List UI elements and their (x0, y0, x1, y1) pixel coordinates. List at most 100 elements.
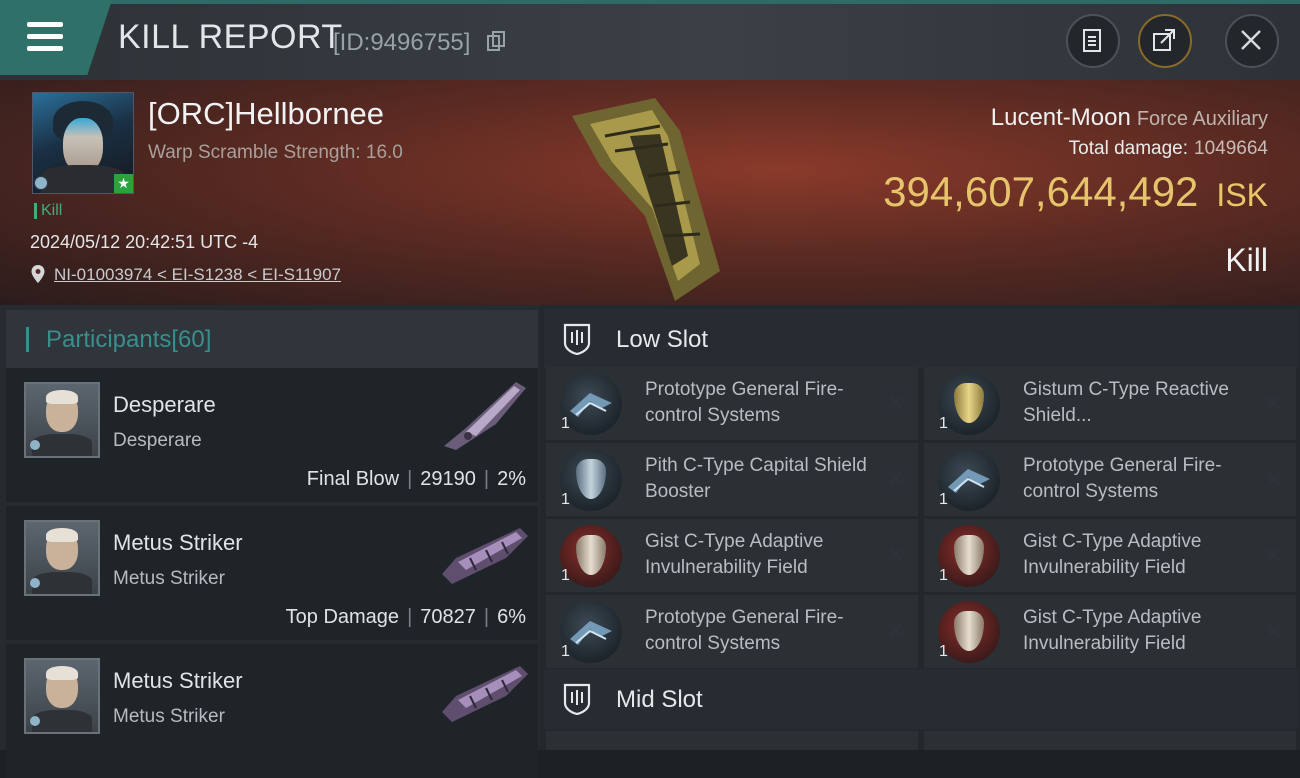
module-quantity: 1 (561, 567, 570, 584)
participant-stats: Top Damage | 70827 | 6% (285, 606, 526, 628)
participant-corp: Metus Striker (113, 706, 225, 727)
module-name: Prototype General Fire-control Systems (645, 607, 844, 654)
header-accent-bar (26, 327, 29, 352)
participant-ship-image (442, 666, 528, 722)
stat-damage: 29190 (420, 468, 476, 490)
share-button[interactable] (1138, 14, 1192, 68)
participant-row[interactable]: Metus Striker Metus Striker (6, 644, 538, 778)
isk-amount: 394,607,644,492 (883, 168, 1199, 215)
module-name: Pith C-Type Capital Shield Booster (645, 455, 867, 502)
participants-panel: Participants[60] Desperare Desperare Fin… (0, 305, 540, 778)
module-quantity: 1 (939, 415, 948, 432)
kill-type: Kill (1225, 242, 1268, 278)
low-slot-title: Low Slot (616, 326, 709, 353)
isk-unit: ISK (1216, 177, 1268, 213)
module-item[interactable]: 1 Prototype General Fire-control Systems… (546, 595, 918, 668)
star-icon: ★ (114, 174, 133, 193)
module-name: Gist C-Type Adaptive Invulnerability Fie… (1023, 607, 1202, 654)
clipboard-icon (1083, 29, 1101, 52)
participants-header[interactable]: Participants[60] (6, 310, 538, 368)
share-icon (1153, 29, 1175, 51)
low-slot-icon (563, 323, 591, 355)
module-name: Gistum C-Type Reactive Shield... (1023, 379, 1229, 426)
remove-module-icon[interactable]: ✕ (1265, 391, 1282, 416)
participants-count: [60] (171, 326, 212, 353)
participant-name: Metus Striker (113, 668, 243, 693)
remove-module-icon[interactable]: ✕ (887, 467, 904, 492)
participant-avatar[interactable] (24, 520, 100, 596)
module-item[interactable]: 1 Gistum C-Type Reactive Shield... ✕ (924, 367, 1296, 440)
participant-name: Desperare (113, 392, 216, 417)
ship-class: Force Auxiliary (1136, 108, 1268, 130)
mid-slot-title: Mid Slot (616, 686, 703, 713)
module-quantity: 1 (561, 491, 570, 508)
location-pin-icon (31, 265, 45, 283)
copy-icon[interactable] (487, 31, 505, 51)
stat-label: Final Blow (306, 468, 400, 490)
module-quantity: 1 (939, 491, 948, 508)
total-damage-label: Total damage: (1068, 138, 1189, 159)
pilot-status-icon (34, 176, 48, 190)
victim-pilot-name[interactable]: [ORC]Hellbornee (148, 96, 384, 132)
kill-id: [ID:9496755] (333, 29, 471, 56)
warp-scramble-strength: Warp Scramble Strength: 16.0 (148, 142, 403, 163)
remove-module-icon[interactable]: ✕ (1265, 619, 1282, 644)
isk-value: 394,607,644,492 ISK (883, 168, 1268, 216)
module-item[interactable]: 1 Prototype General Fire-control Systems… (546, 367, 918, 440)
participant-row[interactable]: Desperare Desperare Final Blow | 29190 | 2% (6, 368, 538, 502)
kill-timestamp: 2024/05/12 20:42:51 UTC -4 (30, 232, 259, 252)
low-slot-header: Low Slot (544, 309, 1298, 369)
kill-tag: Kill (34, 203, 62, 219)
module-quantity: 1 (561, 643, 570, 660)
ship-name-text: Lucent-Moon (990, 104, 1131, 131)
kill-location-link[interactable]: NI-01003974 < EI-S1238 < EI-S11907 (54, 265, 341, 285)
remove-module-icon[interactable]: ✕ (1265, 543, 1282, 568)
clipboard-button[interactable] (1066, 14, 1120, 68)
participant-stats: Final Blow | 29190 | 2% (306, 468, 526, 490)
close-icon (1241, 30, 1261, 50)
fitting-panel: Low Slot 1 Prototype General Fire-contro… (540, 305, 1300, 750)
module-item[interactable]: 1 Gist C-Type Adaptive Invulnerability F… (924, 595, 1296, 668)
participant-corp: Metus Striker (113, 568, 225, 589)
close-button[interactable] (1225, 14, 1279, 68)
module-name: Prototype General Fire-control Systems (645, 379, 844, 426)
participants-title: Participants[60] (46, 326, 211, 354)
stat-label: Top Damage (285, 606, 400, 628)
participant-ship-image (444, 382, 526, 450)
stat-percent: 6% (497, 606, 526, 628)
mid-slot-header: Mid Slot (544, 669, 1298, 729)
module-item[interactable]: 1 Prototype General Fire-control Systems… (924, 443, 1296, 516)
participant-avatar[interactable] (24, 382, 100, 458)
participant-corp: Desperare (113, 430, 202, 451)
participant-row[interactable]: Metus Striker Metus Striker Top Damage | 7… (6, 506, 538, 640)
module-item[interactable]: 1 Gist C-Type Adaptive Invulnerability F… (924, 519, 1296, 592)
page-title: KILL REPORT (118, 18, 343, 56)
participant-ship-image (442, 528, 528, 584)
stat-percent: 2% (497, 468, 526, 490)
total-damage-value: 1049664 (1194, 138, 1268, 159)
mid-slot-icon (563, 683, 591, 715)
top-bar-accent (0, 0, 1300, 4)
participant-name: Metus Striker (113, 530, 243, 555)
participants-label: Participants (46, 326, 172, 353)
module-quantity: 1 (939, 643, 948, 660)
module-name: Gist C-Type Adaptive Invulnerability Fie… (1023, 531, 1202, 578)
stat-damage: 70827 (420, 606, 476, 628)
remove-module-icon[interactable]: ✕ (887, 543, 904, 568)
module-item[interactable] (546, 731, 918, 750)
module-name: Prototype General Fire-control Systems (1023, 455, 1222, 502)
module-name: Gist C-Type Adaptive Invulnerability Fie… (645, 531, 824, 578)
module-item[interactable]: 1 Gist C-Type Adaptive Invulnerability F… (546, 519, 918, 592)
module-quantity: 1 (561, 415, 570, 432)
module-item[interactable]: 1 Pith C-Type Capital Shield Booster ✕ (546, 443, 918, 516)
participant-avatar[interactable] (24, 658, 100, 734)
remove-module-icon[interactable]: ✕ (887, 391, 904, 416)
total-damage: Total damage: 1049664 (1069, 138, 1268, 160)
module-quantity: 1 (939, 567, 948, 584)
victim-ship-name[interactable]: Lucent-Moon Force Auxiliary (991, 104, 1268, 132)
remove-module-icon[interactable]: ✕ (887, 619, 904, 644)
remove-module-icon[interactable]: ✕ (1265, 467, 1282, 492)
hamburger-menu-icon[interactable] (27, 22, 63, 52)
victim-ship-image (572, 98, 720, 301)
module-item[interactable] (924, 731, 1296, 750)
